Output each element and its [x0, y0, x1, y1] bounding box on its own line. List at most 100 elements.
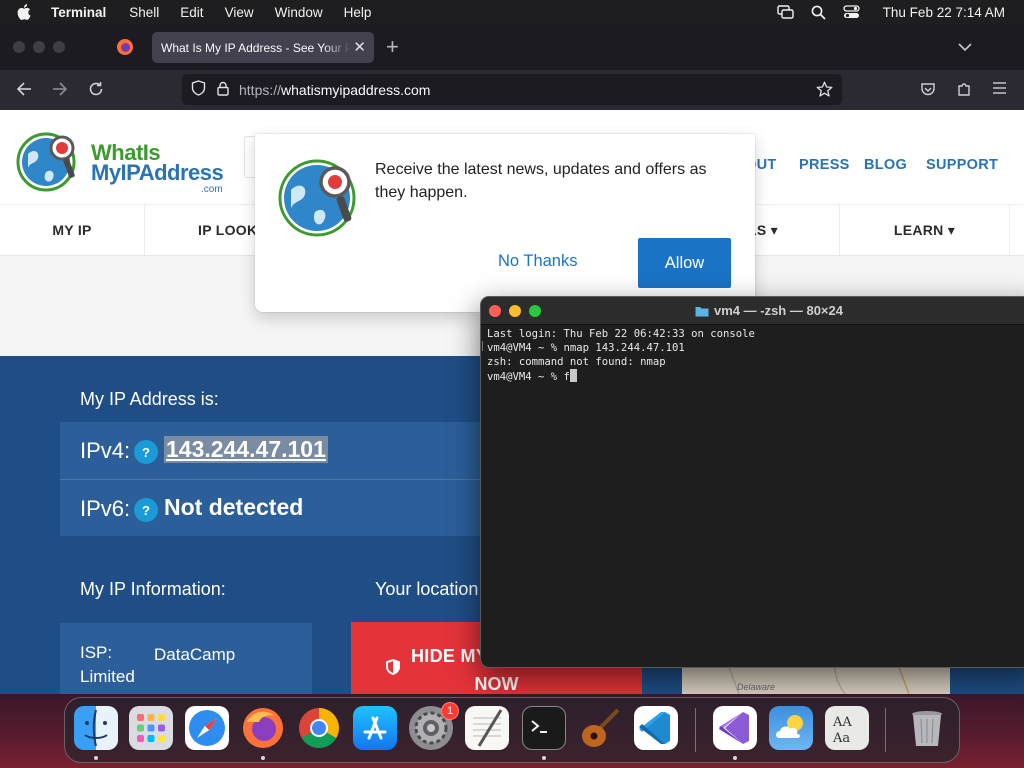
tracking-protection-shield-icon[interactable] — [191, 80, 206, 99]
launchpad-icon[interactable] — [129, 706, 173, 750]
svg-text:AA: AA — [832, 715, 852, 730]
macos-menu-bar: Terminal Shell Edit View Window Help Thu… — [0, 0, 1024, 24]
terminal-cursor — [569, 369, 577, 382]
firefox-running-dot — [261, 756, 265, 760]
chrome-icon[interactable] — [297, 706, 341, 750]
terminal-line: Last login: Thu Feb 22 06:42:33 on conso… — [487, 328, 755, 340]
ipv4-help-icon[interactable]: ? — [134, 440, 158, 464]
ipv4-label: IPv4: — [80, 438, 131, 463]
safari-icon[interactable] — [185, 706, 229, 750]
screen-mirroring-icon[interactable] — [776, 5, 794, 19]
nav-item-my-ip[interactable]: MY IP — [0, 205, 145, 255]
pocket-icon[interactable] — [920, 81, 936, 102]
hide-button-label-2: NOW — [474, 674, 519, 694]
weather-icon[interactable] — [769, 706, 813, 750]
lock-icon[interactable] — [217, 81, 229, 99]
extensions-puzzle-icon[interactable] — [956, 81, 972, 102]
new-tab-button[interactable]: + — [386, 34, 399, 60]
hamburger-menu-icon[interactable] — [992, 81, 1007, 100]
url-bar[interactable]: https:// whatismyipaddress.com — [182, 74, 842, 105]
logo-text-line3: .com — [201, 184, 223, 195]
spotlight-search-icon[interactable] — [811, 5, 826, 20]
ipv4-value-link[interactable]: 143.244.47.101 — [164, 436, 328, 463]
terminal-mark-indicator — [482, 341, 484, 351]
app-store-icon[interactable] — [353, 706, 397, 750]
tab-title: What Is My IP Address - See Your Public … — [161, 40, 351, 55]
allow-button[interactable]: Allow — [638, 238, 731, 288]
firefox-pinned-tab-icon[interactable] — [116, 38, 134, 56]
terminal-title: vm4 — -zsh — 80×24 — [695, 303, 843, 318]
vscode-icon[interactable] — [634, 706, 678, 750]
guitar-app-icon[interactable] — [578, 706, 622, 750]
ipv6-help-icon[interactable]: ? — [134, 498, 158, 522]
nav-link-blog[interactable]: BLOG — [864, 157, 907, 173]
folder-icon — [695, 306, 709, 316]
site-globe-icon — [278, 159, 356, 237]
my-ip-heading: My IP Address is: — [80, 389, 219, 409]
globe-magnifier-logo-icon — [16, 132, 76, 192]
back-arrow-icon[interactable] — [16, 81, 32, 102]
terminal-prompt-line: vm4@VM4 ~ % f — [487, 369, 755, 384]
menubar-clock[interactable]: Thu Feb 22 7:14 AM — [883, 5, 1005, 20]
terminal-minimize-button[interactable] — [509, 305, 521, 317]
font-book-icon[interactable]: AA Aa — [825, 706, 869, 750]
nav-link-press[interactable]: PRESS — [799, 157, 850, 173]
notification-badge: 1 — [441, 702, 459, 720]
menu-help[interactable]: Help — [344, 5, 372, 20]
visual-studio-icon[interactable] — [713, 706, 757, 750]
terminal-window[interactable]: vm4 — -zsh — 80×24 Last login: Thu Feb 2… — [480, 296, 1024, 668]
menu-app-name[interactable]: Terminal — [51, 5, 106, 20]
list-all-tabs-chevron-icon[interactable] — [958, 39, 972, 57]
window-zoom-button[interactable] — [53, 41, 65, 53]
firefox-dock-icon[interactable] — [241, 706, 285, 750]
textedit-icon[interactable] — [465, 706, 509, 750]
terminal-running-dot — [542, 756, 546, 760]
no-thanks-button[interactable]: No Thanks — [498, 252, 578, 271]
window-close-button[interactable] — [13, 41, 25, 53]
terminal-line: vm4@VM4 ~ % nmap 143.244.47.101 — [487, 342, 685, 354]
push-notification-prompt: Receive the latest news, updates and off… — [255, 134, 755, 312]
your-location-heading: Your location — [375, 579, 479, 599]
terminal-line: vm4@VM4 ~ % f — [487, 371, 570, 383]
finder-running-dot — [94, 756, 98, 760]
url-protocol: https:// — [239, 81, 282, 98]
window-minimize-button[interactable] — [33, 41, 45, 53]
isp-info-box: ISP: DataCamp Limited — [60, 623, 312, 694]
reload-icon[interactable] — [88, 81, 104, 102]
menu-view[interactable]: View — [225, 5, 254, 20]
terminal-close-button[interactable] — [489, 305, 501, 317]
isp-value-line2: Limited — [80, 667, 135, 686]
menu-shell[interactable]: Shell — [129, 5, 159, 20]
ipv6-label: IPv6: — [80, 496, 131, 521]
nav-link-support[interactable]: SUPPORT — [926, 157, 998, 173]
url-host: whatismyipaddress.com — [281, 81, 431, 98]
terminal-zoom-button[interactable] — [529, 305, 541, 317]
ipv4-row: IPv4: ? 143.244.47.101 — [60, 422, 480, 480]
dock-separator — [695, 708, 696, 752]
forward-arrow-icon[interactable] — [52, 81, 68, 102]
terminal-dock-icon[interactable] — [522, 706, 566, 750]
ipv6-value: Not detected — [164, 494, 304, 520]
apple-menu-icon[interactable] — [17, 4, 37, 20]
tab-close-icon[interactable]: ✕ — [353, 38, 366, 56]
navigation-toolbar: https:// whatismyipaddress.com — [0, 70, 1024, 110]
finder-icon[interactable] — [74, 706, 118, 750]
notification-message: Receive the latest news, updates and off… — [375, 161, 707, 201]
bookmark-star-icon[interactable] — [816, 81, 833, 101]
terminal-title-bar[interactable]: vm4 — -zsh — 80×24 — [481, 297, 1024, 325]
nav-item-learn[interactable]: LEARN ▾ — [840, 205, 1010, 255]
trash-icon[interactable] — [905, 706, 949, 750]
menu-edit[interactable]: Edit — [180, 5, 203, 20]
isp-label: ISP: — [80, 643, 113, 662]
dock: 1 AA Aa — [64, 697, 960, 763]
control-center-icon[interactable] — [843, 5, 860, 19]
site-logo[interactable]: WhatIs MyIPAddress .com — [16, 128, 228, 200]
terminal-output[interactable]: Last login: Thu Feb 22 06:42:33 on conso… — [487, 327, 755, 384]
menu-window[interactable]: Window — [275, 5, 323, 20]
ipv6-row: IPv6: ? Not detected — [60, 480, 480, 536]
dock-separator-2 — [885, 708, 886, 752]
isp-value: DataCamp — [154, 645, 236, 664]
map-place-label: Delaware — [737, 682, 776, 692]
svg-text:Aa: Aa — [832, 731, 850, 746]
active-tab[interactable]: What Is My IP Address - See Your Public … — [152, 32, 374, 63]
